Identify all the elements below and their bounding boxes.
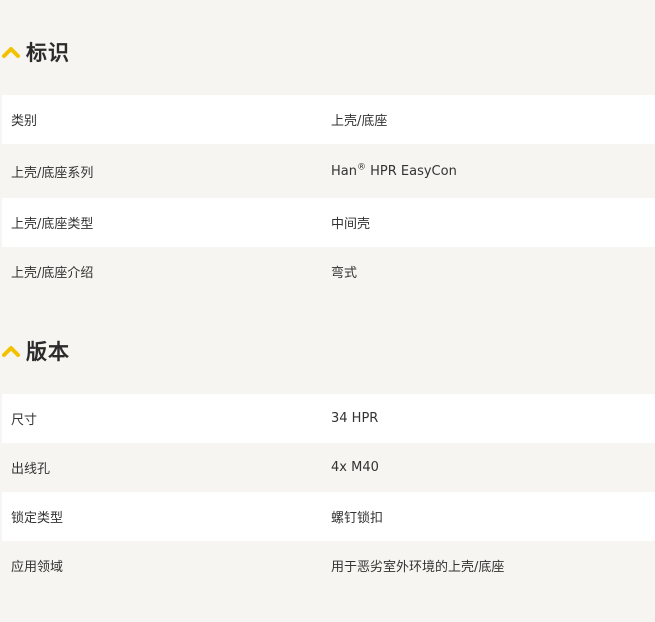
row-label: 锁定类型 (11, 511, 64, 526)
table-row: 上壳/底座类型 中间壳 (2, 198, 655, 247)
row-value: 4x M40 (331, 460, 379, 475)
row-label: 上壳/底座系列 (11, 165, 94, 181)
row-label: 出线孔 (11, 462, 51, 477)
row-value: 螺钉锁扣 (331, 511, 384, 526)
chevron-up-icon[interactable] (2, 344, 20, 358)
row-label: 上壳/底座介绍 (11, 266, 94, 281)
table-row: 上壳/底座系列 Han® HPR EasyCon (2, 144, 655, 198)
row-label: 尺寸 (11, 413, 38, 428)
value-rest: HPR EasyCon (365, 163, 457, 179)
row-value: 上壳/底座 (331, 114, 388, 129)
section-title: 标识 (26, 41, 70, 65)
row-value: 34 HPR (331, 411, 379, 426)
table-row: 类别 上壳/底座 (2, 95, 655, 144)
row-label: 应用领域 (11, 560, 64, 575)
row-value: Han® HPR EasyCon (331, 162, 655, 179)
identification-table: 类别 上壳/底座 上壳/底座系列 Han® HPR EasyCon 上壳/底座类… (2, 95, 655, 296)
table-row: 出线孔 4x M40 (2, 443, 655, 492)
table-row: 上壳/底座介绍 弯式 (2, 247, 655, 296)
section-header-version[interactable]: 版本 (0, 331, 70, 371)
version-table: 尺寸 34 HPR 出线孔 4x M40 锁定类型 螺钉锁扣 应用领域 用于恶劣… (2, 394, 655, 590)
registered-mark: ® (356, 162, 366, 173)
value-main: Han (331, 163, 357, 179)
section-header-identification[interactable]: 标识 (0, 32, 70, 72)
chevron-up-icon[interactable] (2, 45, 20, 59)
table-row: 应用领域 用于恶劣室外环境的上壳/底座 (2, 541, 655, 590)
row-value: 用于恶劣室外环境的上壳/底座 (331, 560, 505, 575)
row-label: 上壳/底座类型 (11, 217, 94, 232)
row-value: 中间壳 (331, 217, 371, 232)
row-value: 弯式 (331, 266, 358, 281)
section-title: 版本 (26, 340, 70, 364)
table-row: 锁定类型 螺钉锁扣 (2, 492, 655, 541)
table-row: 尺寸 34 HPR (2, 394, 655, 443)
row-label: 类别 (11, 114, 38, 129)
